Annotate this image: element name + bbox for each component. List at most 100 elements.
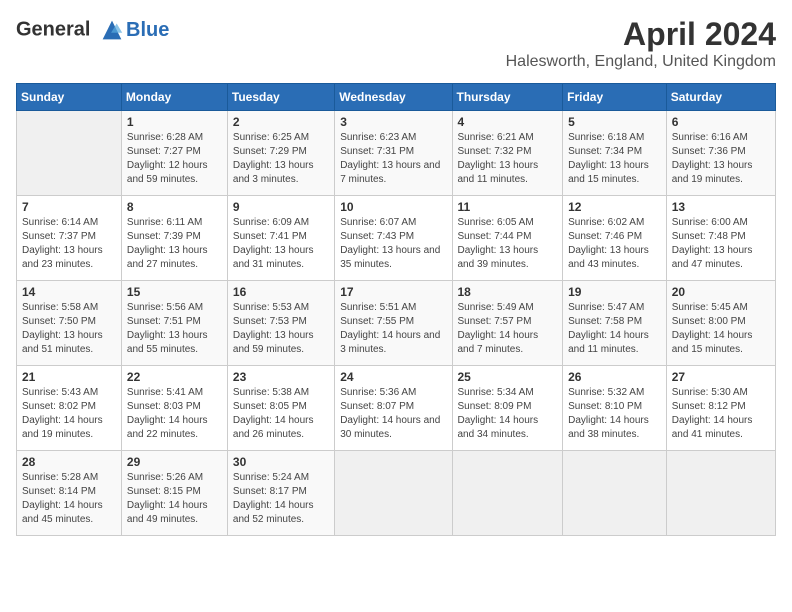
week-row-3: 21 Sunrise: 5:43 AMSunset: 8:02 PMDayligh… (17, 366, 776, 451)
day-detail: Sunrise: 6:07 AMSunset: 7:43 PMDaylight:… (340, 216, 446, 272)
day-number: 7 (22, 200, 116, 214)
day-number: 18 (458, 285, 558, 299)
title-block: April 2024 Halesworth, England, United K… (506, 16, 776, 71)
day-detail: Sunrise: 5:32 AMSunset: 8:10 PMDaylight:… (568, 386, 661, 442)
day-detail: Sunrise: 6:11 AMSunset: 7:39 PMDaylight:… (127, 216, 222, 272)
day-number: 5 (568, 115, 661, 129)
day-detail: Sunrise: 5:43 AMSunset: 8:02 PMDaylight:… (22, 386, 116, 442)
calendar-cell: 1 Sunrise: 6:28 AMSunset: 7:27 PMDaylight… (121, 111, 227, 196)
day-detail: Sunrise: 6:21 AMSunset: 7:32 PMDaylight:… (458, 131, 558, 187)
logo-blue: Blue (126, 19, 169, 42)
header-wednesday: Wednesday (335, 84, 452, 111)
day-number: 8 (127, 200, 222, 214)
day-detail: Sunrise: 6:28 AMSunset: 7:27 PMDaylight:… (127, 131, 222, 187)
calendar-cell: 7Sunrise: 6:14 AMSunset: 7:37 PMDaylight… (17, 196, 122, 281)
week-row-0: 1 Sunrise: 6:28 AMSunset: 7:27 PMDaylight… (17, 111, 776, 196)
calendar-cell: 13Sunrise: 6:00 AMSunset: 7:48 PMDayligh… (666, 196, 775, 281)
calendar-cell: 28 Sunrise: 5:28 AMSunset: 8:14 PMDayligh… (17, 451, 122, 536)
calendar-cell: 9 Sunrise: 6:09 AMSunset: 7:41 PMDaylight… (227, 196, 334, 281)
day-number: 21 (22, 370, 116, 384)
day-number: 15 (127, 285, 222, 299)
calendar-cell: 24 Sunrise: 5:36 AMSunset: 8:07 PMDayligh… (335, 366, 452, 451)
calendar-cell: 20 Sunrise: 5:45 AMSunset: 8:00 PMDayligh… (666, 281, 775, 366)
day-detail: Sunrise: 6:25 AMSunset: 7:29 PMDaylight:… (233, 131, 329, 187)
day-number: 9 (233, 200, 329, 214)
day-number: 13 (672, 200, 770, 214)
header-tuesday: Tuesday (227, 84, 334, 111)
calendar-cell: 6 Sunrise: 6:16 AMSunset: 7:36 PMDaylight… (666, 111, 775, 196)
week-row-4: 28 Sunrise: 5:28 AMSunset: 8:14 PMDayligh… (17, 451, 776, 536)
day-number: 22 (127, 370, 222, 384)
day-number: 4 (458, 115, 558, 129)
day-number: 6 (672, 115, 770, 129)
day-detail: Sunrise: 5:36 AMSunset: 8:07 PMDaylight:… (340, 386, 446, 442)
day-number: 11 (458, 200, 558, 214)
calendar-cell: 30 Sunrise: 5:24 AMSunset: 8:17 PMDayligh… (227, 451, 334, 536)
calendar-cell: 26 Sunrise: 5:32 AMSunset: 8:10 PMDayligh… (563, 366, 667, 451)
day-number: 20 (672, 285, 770, 299)
logo-text: General (16, 16, 126, 44)
day-number: 2 (233, 115, 329, 129)
calendar-cell: 23 Sunrise: 5:38 AMSunset: 8:05 PMDayligh… (227, 366, 334, 451)
week-row-2: 14Sunrise: 5:58 AMSunset: 7:50 PMDayligh… (17, 281, 776, 366)
day-number: 16 (233, 285, 329, 299)
calendar-cell (335, 451, 452, 536)
logo: General Blue (16, 16, 169, 44)
week-row-1: 7Sunrise: 6:14 AMSunset: 7:37 PMDaylight… (17, 196, 776, 281)
calendar-table: SundayMondayTuesdayWednesdayThursdayFrid… (16, 83, 776, 536)
calendar-cell: 14Sunrise: 5:58 AMSunset: 7:50 PMDayligh… (17, 281, 122, 366)
day-number: 10 (340, 200, 446, 214)
day-detail: Sunrise: 5:38 AMSunset: 8:05 PMDaylight:… (233, 386, 329, 442)
calendar-cell: 18 Sunrise: 5:49 AMSunset: 7:57 PMDayligh… (452, 281, 563, 366)
calendar-cell: 8 Sunrise: 6:11 AMSunset: 7:39 PMDaylight… (121, 196, 227, 281)
calendar-cell: 10 Sunrise: 6:07 AMSunset: 7:43 PMDayligh… (335, 196, 452, 281)
header-saturday: Saturday (666, 84, 775, 111)
day-detail: Sunrise: 6:16 AMSunset: 7:36 PMDaylight:… (672, 131, 770, 187)
day-detail: Sunrise: 5:47 AMSunset: 7:58 PMDaylight:… (568, 301, 661, 357)
page-header: General Blue April 2024 Halesworth, Engl… (16, 16, 776, 71)
calendar-cell: 11 Sunrise: 6:05 AMSunset: 7:44 PMDayligh… (452, 196, 563, 281)
day-number: 14 (22, 285, 116, 299)
calendar-cell: 22Sunrise: 5:41 AMSunset: 8:03 PMDayligh… (121, 366, 227, 451)
day-detail: Sunrise: 6:05 AMSunset: 7:44 PMDaylight:… (458, 216, 558, 272)
day-detail: Sunrise: 5:28 AMSunset: 8:14 PMDaylight:… (22, 471, 116, 527)
calendar-cell: 12 Sunrise: 6:02 AMSunset: 7:46 PMDayligh… (563, 196, 667, 281)
month-title: April 2024 (506, 16, 776, 53)
calendar-cell (563, 451, 667, 536)
day-detail: Sunrise: 6:02 AMSunset: 7:46 PMDaylight:… (568, 216, 661, 272)
calendar-cell: 2 Sunrise: 6:25 AMSunset: 7:29 PMDaylight… (227, 111, 334, 196)
calendar-cell: 21 Sunrise: 5:43 AMSunset: 8:02 PMDayligh… (17, 366, 122, 451)
day-number: 30 (233, 455, 329, 469)
day-detail: Sunrise: 5:30 AMSunset: 8:12 PMDaylight:… (672, 386, 770, 442)
header-row: SundayMondayTuesdayWednesdayThursdayFrid… (17, 84, 776, 111)
day-number: 17 (340, 285, 446, 299)
day-detail: Sunrise: 5:49 AMSunset: 7:57 PMDaylight:… (458, 301, 558, 357)
day-number: 23 (233, 370, 329, 384)
logo-icon (98, 16, 126, 44)
header-thursday: Thursday (452, 84, 563, 111)
header-friday: Friday (563, 84, 667, 111)
day-number: 24 (340, 370, 446, 384)
calendar-cell: 19 Sunrise: 5:47 AMSunset: 7:58 PMDayligh… (563, 281, 667, 366)
day-detail: Sunrise: 6:23 AMSunset: 7:31 PMDaylight:… (340, 131, 446, 187)
header-monday: Monday (121, 84, 227, 111)
day-detail: Sunrise: 5:45 AMSunset: 8:00 PMDaylight:… (672, 301, 770, 357)
calendar-cell (17, 111, 122, 196)
day-number: 26 (568, 370, 661, 384)
calendar-cell: 29Sunrise: 5:26 AMSunset: 8:15 PMDayligh… (121, 451, 227, 536)
day-number: 12 (568, 200, 661, 214)
calendar-cell: 4 Sunrise: 6:21 AMSunset: 7:32 PMDaylight… (452, 111, 563, 196)
calendar-cell: 16Sunrise: 5:53 AMSunset: 7:53 PMDayligh… (227, 281, 334, 366)
calendar-cell: 17 Sunrise: 5:51 AMSunset: 7:55 PMDayligh… (335, 281, 452, 366)
day-number: 27 (672, 370, 770, 384)
day-number: 19 (568, 285, 661, 299)
calendar-cell (666, 451, 775, 536)
day-number: 1 (127, 115, 222, 129)
day-detail: Sunrise: 5:51 AMSunset: 7:55 PMDaylight:… (340, 301, 446, 357)
calendar-cell: 5 Sunrise: 6:18 AMSunset: 7:34 PMDaylight… (563, 111, 667, 196)
day-detail: Sunrise: 5:26 AMSunset: 8:15 PMDaylight:… (127, 471, 222, 527)
day-detail: Sunrise: 5:24 AMSunset: 8:17 PMDaylight:… (233, 471, 329, 527)
day-detail: Sunrise: 6:18 AMSunset: 7:34 PMDaylight:… (568, 131, 661, 187)
day-detail: Sunrise: 6:09 AMSunset: 7:41 PMDaylight:… (233, 216, 329, 272)
day-number: 28 (22, 455, 116, 469)
